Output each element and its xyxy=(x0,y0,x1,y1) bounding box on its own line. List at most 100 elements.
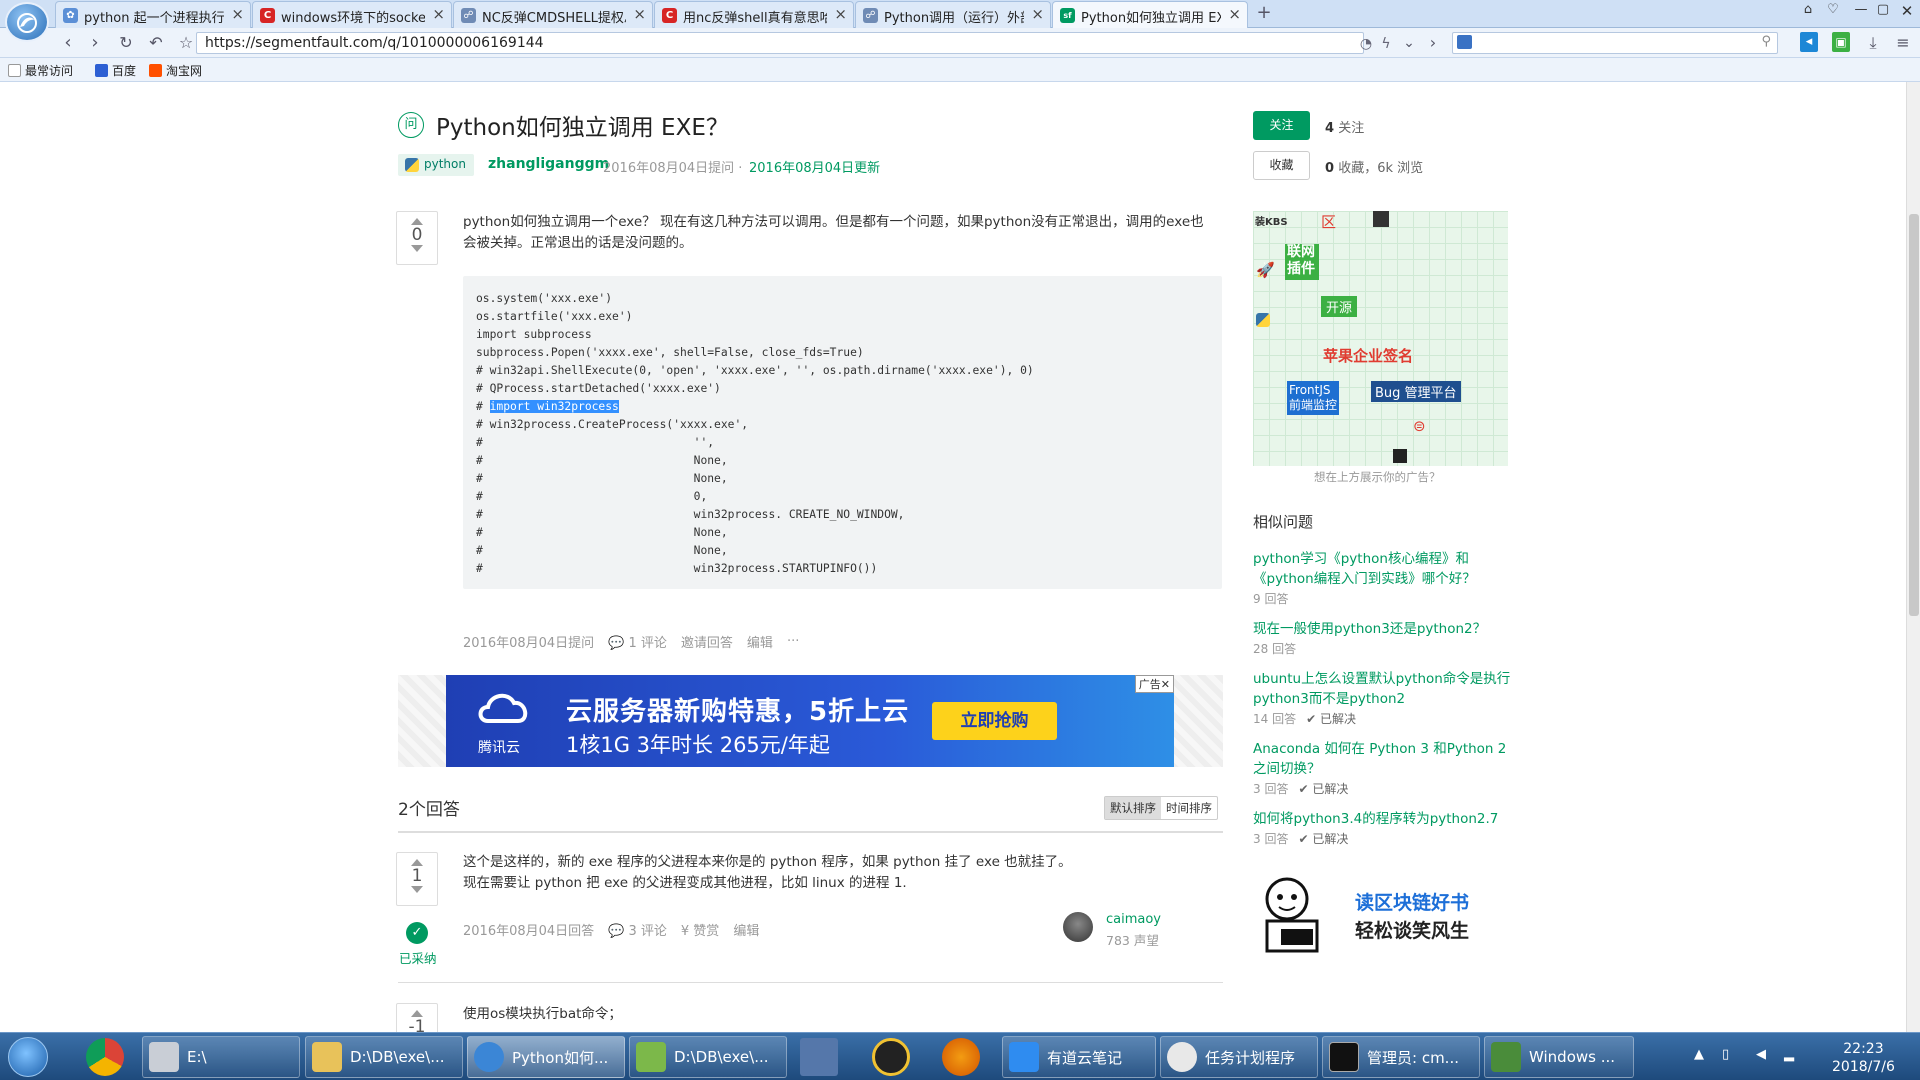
volume-icon[interactable]: ◀ xyxy=(1756,1047,1766,1062)
signal-icon[interactable]: ▂ xyxy=(1784,1047,1794,1062)
clock[interactable]: 22:23 2018/7/6 xyxy=(1832,1040,1895,1076)
undo-icon[interactable]: ↶ xyxy=(145,33,167,53)
skin-icon[interactable]: ♡ xyxy=(1822,2,1844,17)
edit-link[interactable]: 编辑 xyxy=(747,632,773,651)
ad-kaiyuan[interactable]: 开源 xyxy=(1321,296,1358,317)
speed-icon[interactable]: ◔ xyxy=(1355,34,1377,54)
chat-icon[interactable]: ⊜ xyxy=(1413,417,1426,435)
window-close-icon[interactable]: ✕ xyxy=(1896,2,1918,20)
scroll-thumb[interactable] xyxy=(1909,214,1919,616)
ad-qu[interactable]: 区 xyxy=(1321,211,1336,232)
forward-icon[interactable]: › xyxy=(84,33,106,53)
ad-frontjs[interactable]: FrontJS 前端监控 xyxy=(1287,381,1339,415)
python-icon[interactable] xyxy=(1256,313,1270,327)
edit-link[interactable]: 编辑 xyxy=(733,920,759,939)
banner-ad[interactable]: 腾讯云 云服务器新购特惠，5折上云 1核1G 3年时长 265元/年起 立即抢购… xyxy=(398,675,1223,767)
similar-question-link[interactable]: ubuntu上怎么设置默认python命令是执行python3而不是python… xyxy=(1253,669,1513,709)
sidebar-toggle-icon[interactable]: ◂ xyxy=(1800,32,1818,52)
ad-kbs[interactable]: 装KBS xyxy=(1255,213,1288,228)
upvote-icon[interactable] xyxy=(411,1010,423,1017)
downvote-icon[interactable] xyxy=(411,886,423,893)
rocket-icon[interactable]: 🚀 xyxy=(1256,261,1275,279)
search-engine-icon[interactable] xyxy=(1457,35,1472,49)
banner-ad-content[interactable]: 腾讯云 云服务器新购特惠，5折上云 1核1G 3年时长 265元/年起 立即抢购… xyxy=(446,675,1174,767)
more-icon[interactable]: ··· xyxy=(787,634,799,649)
close-icon[interactable]: × xyxy=(231,5,244,23)
close-icon[interactable]: × xyxy=(633,5,646,23)
network-app-icon[interactable] xyxy=(800,1038,838,1076)
chevron-right-icon[interactable]: › xyxy=(1422,33,1444,53)
tab-3[interactable]: ☍ NC反弹CMDSHELL提权总 × xyxy=(453,1,653,28)
close-icon[interactable]: × xyxy=(834,5,847,23)
follow-button[interactable]: 关注 xyxy=(1253,111,1310,140)
maximize-icon[interactable]: ▢ xyxy=(1872,2,1894,17)
search-icon[interactable]: ⚲ xyxy=(1761,34,1771,49)
ad-apple-sign[interactable]: 苹果企业签名 xyxy=(1323,345,1413,366)
similar-question-link[interactable]: Anaconda 如何在 Python 3 和Python 2 之间切换？ xyxy=(1253,739,1513,779)
close-icon[interactable]: × xyxy=(1228,5,1241,23)
similar-question-link[interactable]: python学习《python核心编程》和《python编程入门到实践》哪个好？ xyxy=(1253,549,1513,589)
lock-icon[interactable]: ⌂ xyxy=(1797,2,1819,17)
tab-6-active[interactable]: sf Python如何独立调用 EXE？ × xyxy=(1052,1,1248,29)
updated-link[interactable]: 2016年08月04日更新 xyxy=(749,157,880,176)
reward-link[interactable]: ¥ 赞赏 xyxy=(681,920,719,939)
downvote-icon[interactable] xyxy=(411,245,423,252)
minimize-icon[interactable]: — xyxy=(1850,2,1872,17)
ultraedit-icon[interactable] xyxy=(872,1038,910,1076)
author-link[interactable]: zhangliganggm xyxy=(488,156,609,172)
task-folder-2[interactable]: D:\DB\exe\... xyxy=(629,1036,787,1078)
answer-author-link[interactable]: caimaoy xyxy=(1106,912,1161,927)
bookmark-button[interactable]: 收藏 xyxy=(1253,151,1310,180)
task-youdao-note[interactable]: 有道云笔记 xyxy=(1002,1036,1156,1078)
task-scheduler[interactable]: 任务计划程序 xyxy=(1160,1036,1318,1078)
network-icon[interactable]: ▯ xyxy=(1722,1047,1729,1062)
bookmark-most-visited[interactable]: 最常访问 xyxy=(8,62,73,79)
chevron-down-icon[interactable]: ⌄ xyxy=(1398,33,1420,53)
ad-cta-button[interactable]: 立即抢购 xyxy=(932,702,1057,740)
tab-1[interactable]: ✿ python 起一个进程执行exe × xyxy=(55,1,251,28)
task-drive-e[interactable]: E:\ xyxy=(142,1036,300,1078)
refresh-icon[interactable]: ↻ xyxy=(115,33,137,53)
n-logo-icon[interactable] xyxy=(1393,449,1407,463)
new-tab-button[interactable]: + xyxy=(1252,3,1276,25)
tab-4[interactable]: C 用nc反弹shell真有意思哈 × xyxy=(654,1,854,28)
book-ad[interactable]: 读区块链好书 轻松谈笑风生 xyxy=(1253,873,1508,958)
screenshot-icon[interactable]: ▣ xyxy=(1832,32,1850,52)
tab-5[interactable]: ☍ Python调用（运行）外部程 × xyxy=(855,1,1051,28)
star-icon[interactable]: ☆ xyxy=(175,33,197,53)
invite-link[interactable]: 邀请回答 xyxy=(681,632,733,651)
ad-bug-platform[interactable]: Bug 管理平台 xyxy=(1371,381,1461,402)
start-button[interactable] xyxy=(8,1037,48,1077)
paint-icon[interactable] xyxy=(942,1038,980,1076)
avatar[interactable] xyxy=(1063,912,1093,942)
task-folder-1[interactable]: D:\DB\exe\... xyxy=(305,1036,463,1078)
tag-python[interactable]: python xyxy=(398,154,474,176)
sort-time-button[interactable]: 时间排序 xyxy=(1161,797,1217,819)
back-icon[interactable]: ‹ xyxy=(57,33,79,53)
task-cmd[interactable]: 管理员: cm... xyxy=(1322,1036,1480,1078)
chrome-icon[interactable] xyxy=(86,1038,124,1076)
upvote-icon[interactable] xyxy=(411,218,423,225)
ad-close-tag[interactable]: 广告✕ xyxy=(1134,675,1174,693)
comments-link[interactable]: 💬 1 评论 xyxy=(608,632,667,651)
tray-expand-icon[interactable]: ▲ xyxy=(1694,1047,1704,1062)
scrollbar[interactable] xyxy=(1906,82,1920,1032)
lightning-icon[interactable]: ϟ xyxy=(1375,34,1397,54)
upvote-icon[interactable] xyxy=(411,859,423,866)
qr-icon[interactable] xyxy=(1373,211,1389,227)
bookmark-baidu[interactable]: 百度 xyxy=(95,62,136,79)
url-input[interactable]: https://segmentfault.com/q/1010000006169… xyxy=(196,32,1364,54)
similar-question-link[interactable]: 现在一般使用python3还是python2？ xyxy=(1253,619,1513,639)
tab-2[interactable]: C windows环境下的socket r × xyxy=(252,1,452,28)
close-icon[interactable]: × xyxy=(1031,5,1044,23)
menu-icon[interactable]: ≡ xyxy=(1892,33,1914,53)
download-icon[interactable]: ⤓ xyxy=(1862,33,1884,53)
ad-lianwang[interactable]: 联网插件 xyxy=(1285,244,1319,280)
comments-link[interactable]: 💬 3 评论 xyxy=(608,920,667,939)
task-browser[interactable]: Python如何... xyxy=(467,1036,625,1078)
close-icon[interactable]: × xyxy=(432,5,445,23)
sort-default-button[interactable]: 默认排序 xyxy=(1105,797,1161,819)
bookmark-taobao[interactable]: 淘宝网 xyxy=(149,62,202,79)
search-input[interactable]: ⚲ xyxy=(1452,32,1778,54)
sidebar-ad-grid[interactable]: 装KBS 区 🚀 联网插件 开源 苹果企业签名 FrontJS 前端监控 Bug… xyxy=(1253,211,1508,466)
